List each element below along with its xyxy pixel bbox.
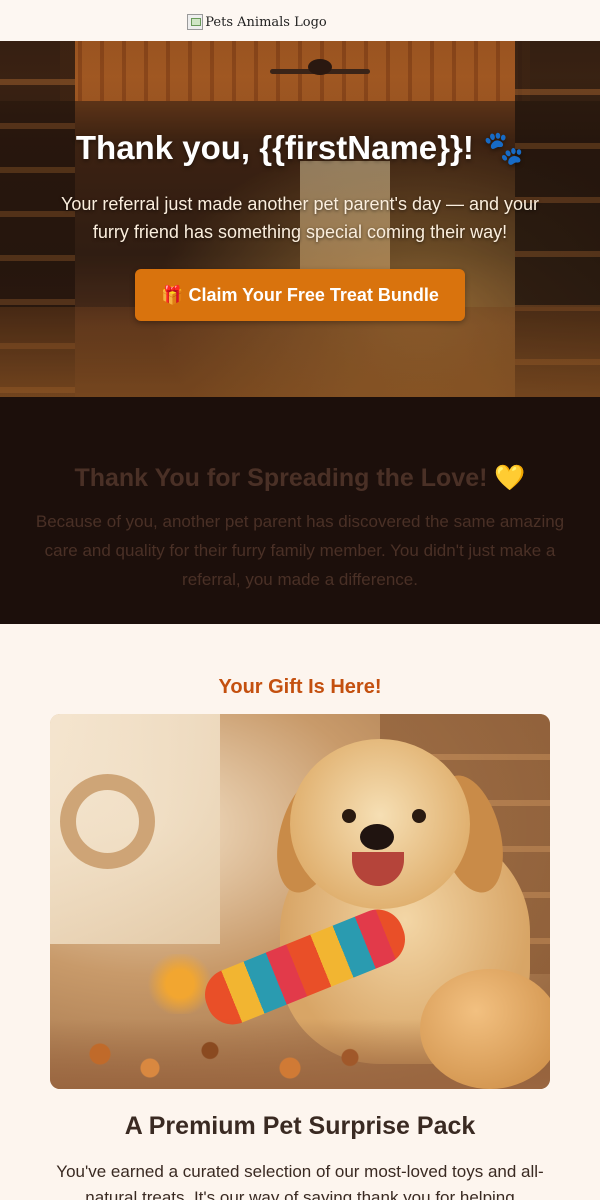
- logo-alt-text: Pets Animals Logo: [205, 14, 327, 30]
- ceiling-fan-icon: [270, 59, 370, 79]
- brand-logo[interactable]: Pets Animals Logo: [187, 14, 327, 30]
- hero-subtitle: Your referral just made another pet pare…: [60, 194, 540, 242]
- thank-you-section: Thank You for Spreading the Love! 💛 Beca…: [0, 397, 600, 624]
- image-wreath: [60, 774, 155, 869]
- toy-tassel: [145, 954, 215, 1014]
- puppy-eye-right: [412, 809, 426, 823]
- thank-you-title: Thank You for Spreading the Love! 💛: [74, 464, 526, 492]
- bread-treat: [420, 969, 550, 1089]
- thank-you-text: Because of you, another pet parent has d…: [35, 512, 565, 589]
- puppy-nose: [360, 824, 394, 850]
- puppy-with-toy-image: [50, 714, 550, 1089]
- hero-content: Thank you, {{firstName}}! 🐾 Your referra…: [0, 129, 600, 321]
- gift-heading: Your Gift Is Here!: [218, 676, 382, 698]
- gift-description: You've earned a curated selection of our…: [56, 1162, 544, 1200]
- hero-title: Thank you, {{firstName}}! 🐾: [75, 129, 525, 166]
- hero-banner: Thank you, {{firstName}}! 🐾 Your referra…: [0, 41, 600, 397]
- claim-treat-bundle-button[interactable]: 🎁 Claim Your Free Treat Bundle: [135, 269, 465, 321]
- gift-title: A Premium Pet Surprise Pack: [124, 1112, 476, 1140]
- broken-image-icon: [187, 14, 204, 30]
- header-logo-bar: Pets Animals Logo: [0, 0, 600, 41]
- gift-section: Your Gift Is Here! A Premium Pet Surpris…: [0, 624, 600, 1200]
- puppy-eye-left: [342, 809, 356, 823]
